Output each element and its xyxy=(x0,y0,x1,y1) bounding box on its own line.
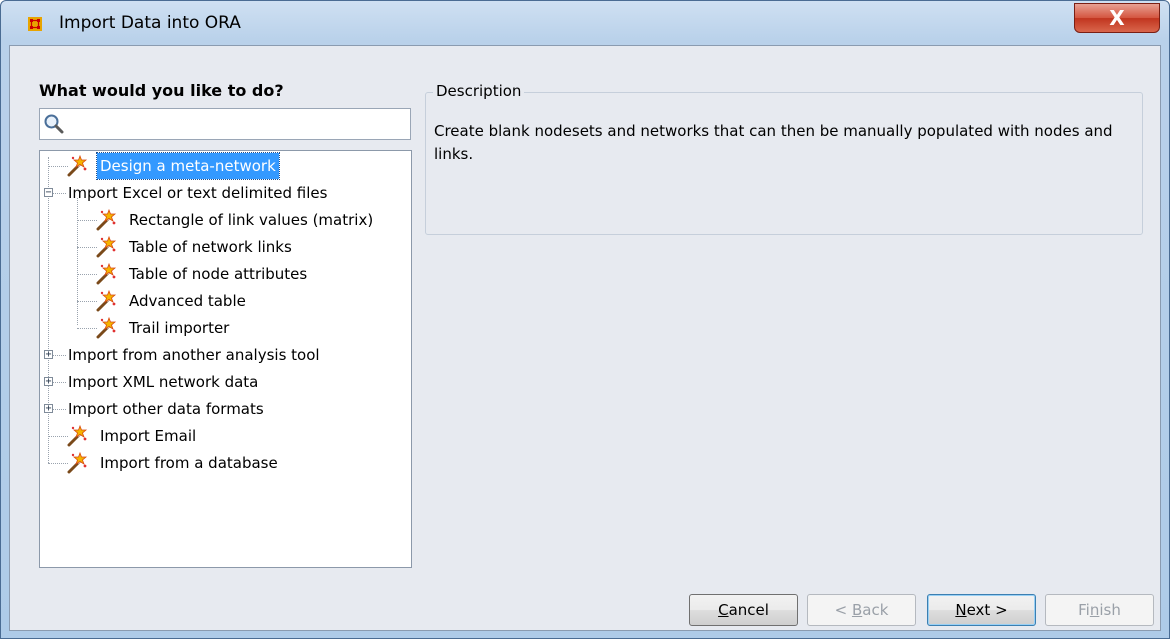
tree-connector-line xyxy=(77,220,97,221)
tree-connector-line xyxy=(77,328,97,329)
tree-connector-line xyxy=(77,274,97,275)
cancel-button-label: Cancel xyxy=(718,601,769,619)
tree-folder[interactable]: + Import XML network data xyxy=(40,369,410,395)
description-text: Create blank nodesets and networks that … xyxy=(434,122,1113,163)
dialog-content: What would you like to do? Design a meta… xyxy=(9,45,1161,631)
tree-item-label: Import other data formats xyxy=(68,400,264,418)
tree-folder[interactable]: + Import other data formats xyxy=(40,396,410,422)
tree-connector-line xyxy=(48,166,68,167)
tree-item[interactable]: Design a meta-network xyxy=(40,152,410,180)
magic-wand-icon xyxy=(95,262,117,285)
tree-item[interactable]: Import Email xyxy=(40,423,410,449)
left-panel-heading: What would you like to do? xyxy=(39,81,284,100)
tree-connector-line xyxy=(48,436,68,437)
close-icon: X xyxy=(1109,6,1125,30)
collapse-icon[interactable]: − xyxy=(44,188,53,198)
next-button-label: Next > xyxy=(955,601,1008,619)
tree-connector-line xyxy=(48,463,68,464)
magic-wand-icon xyxy=(66,424,88,447)
tree-item-label: Rectangle of link values (matrix) xyxy=(129,211,374,229)
tree-item[interactable]: Table of network links xyxy=(40,234,410,260)
expand-icon[interactable]: + xyxy=(44,350,53,360)
tree-item[interactable]: Rectangle of link values (matrix) xyxy=(40,207,410,233)
expand-icon[interactable]: + xyxy=(44,404,53,414)
tree-item-label: Import Email xyxy=(100,427,197,445)
tree-item[interactable]: Import from a database xyxy=(40,450,410,476)
tree-connector-line xyxy=(77,247,97,248)
magic-wand-icon xyxy=(95,316,117,339)
expand-icon[interactable]: + xyxy=(44,377,53,387)
magic-wand-icon xyxy=(95,235,117,258)
tree-item-label: Import from another analysis tool xyxy=(68,346,320,364)
search-input[interactable] xyxy=(68,112,408,136)
tree-item-label: Advanced table xyxy=(129,292,246,310)
tree-item-label: Import XML network data xyxy=(68,373,259,391)
window-title: Import Data into ORA xyxy=(59,13,241,33)
description-legend: Description xyxy=(433,82,525,100)
magic-wand-icon xyxy=(66,451,88,474)
magic-wand-icon xyxy=(95,289,117,312)
tree-item[interactable]: Trail importer xyxy=(40,315,410,341)
import-dialog-window: Import Data into ORA X What would you li… xyxy=(0,0,1170,639)
search-box[interactable] xyxy=(39,108,411,140)
tree-item[interactable]: Advanced table xyxy=(40,288,410,314)
finish-button[interactable]: Finish xyxy=(1045,594,1154,626)
back-button[interactable]: < Back xyxy=(807,594,916,626)
magic-wand-icon xyxy=(95,208,117,231)
tree-folder[interactable]: + Import from another analysis tool xyxy=(40,342,410,368)
back-button-label: < Back xyxy=(834,601,889,619)
tree-item-label: Design a meta-network xyxy=(96,152,280,180)
tree-connector-line xyxy=(77,301,97,302)
search-icon xyxy=(44,114,64,134)
tree-item-label: Import from a database xyxy=(100,454,278,472)
tree-item-label: Table of network links xyxy=(129,238,292,256)
ora-app-icon xyxy=(28,17,42,31)
title-bar[interactable]: Import Data into ORA X xyxy=(1,1,1169,45)
magic-wand-icon xyxy=(66,154,88,177)
tree-item[interactable]: Table of node attributes xyxy=(40,261,410,287)
next-button[interactable]: Next > xyxy=(927,594,1036,626)
finish-button-label: Finish xyxy=(1078,601,1121,619)
tree-item-label: Table of node attributes xyxy=(129,265,308,283)
tree-item-label: Trail importer xyxy=(129,319,230,337)
close-button[interactable]: X xyxy=(1074,3,1160,33)
tree-folder[interactable]: − Import Excel or text delimited files xyxy=(40,180,410,206)
tree-item-label: Import Excel or text delimited files xyxy=(68,184,328,202)
cancel-button[interactable]: Cancel xyxy=(689,594,798,626)
import-options-tree[interactable]: Design a meta-network − Import Excel or te… xyxy=(39,150,412,568)
